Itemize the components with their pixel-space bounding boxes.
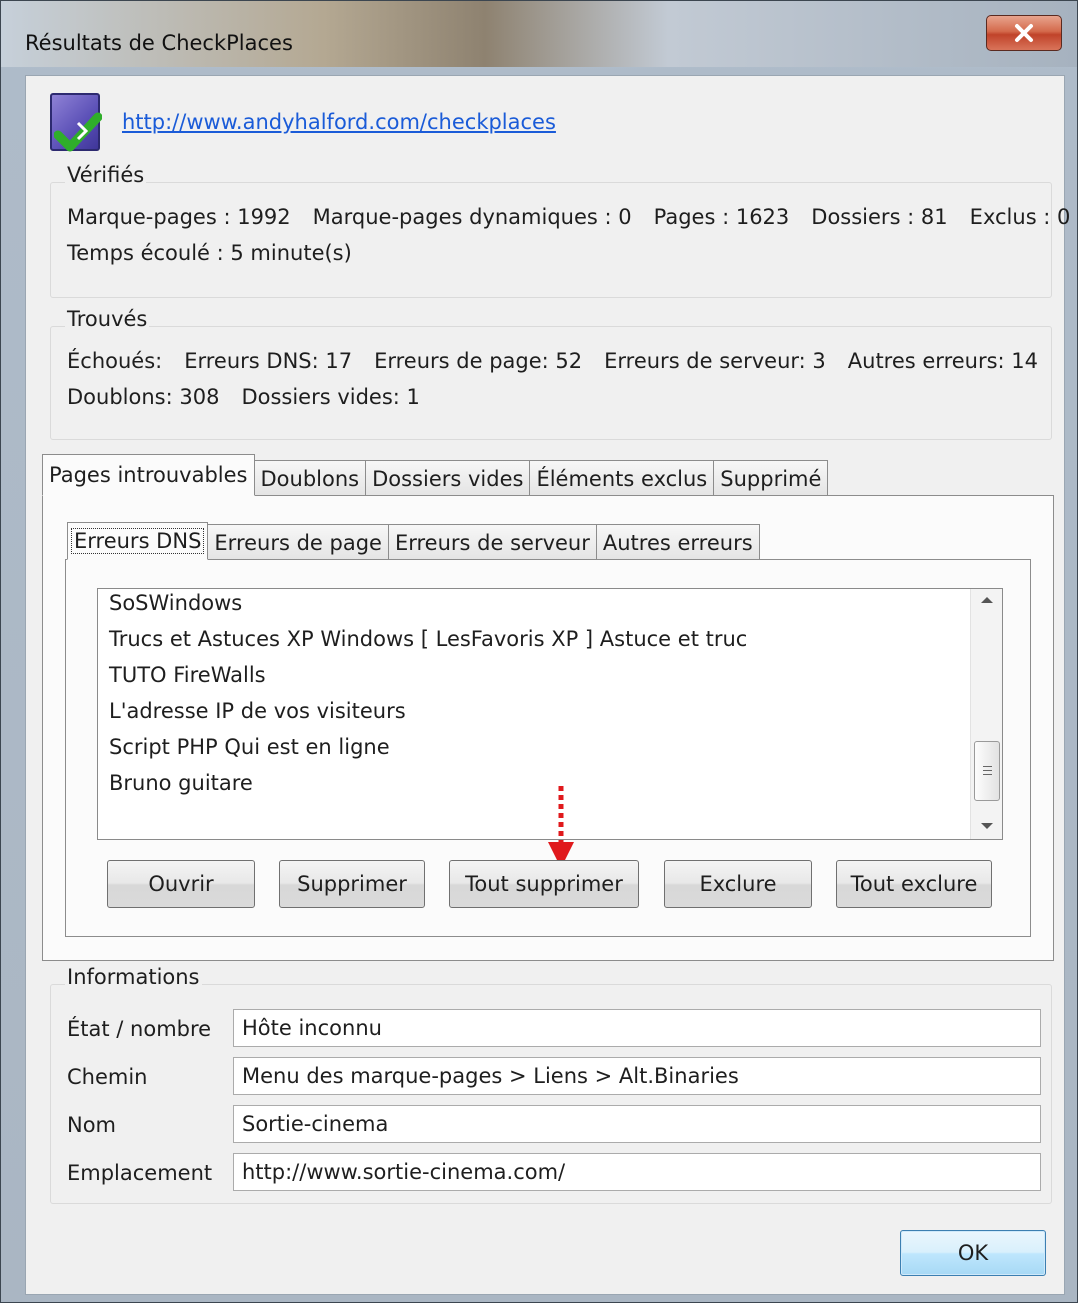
information-group: Informations État / nombre Hôte inconnu … xyxy=(50,965,1052,1204)
red-dotted-arrow-icon xyxy=(548,786,574,868)
name-field[interactable]: Sortie-cinema xyxy=(233,1105,1041,1143)
window-title: Résultats de CheckPlaces xyxy=(25,31,293,55)
state-label: État / nombre xyxy=(67,1017,212,1041)
found-misc: Doublons: 308 Dossiers vides: 1 xyxy=(67,385,442,409)
outer-tab-strip: Pages introuvables Doublons Dossiers vid… xyxy=(42,454,829,496)
delete-all-button[interactable]: Tout supprimer xyxy=(449,860,639,908)
delete-button[interactable]: Supprimer xyxy=(279,860,425,908)
name-label: Nom xyxy=(67,1113,117,1137)
verified-legend: Vérifiés xyxy=(65,163,147,187)
checkplaces-check-icon xyxy=(50,93,102,152)
other-errors-count: Autres erreurs: 14 xyxy=(847,349,1039,373)
tab-erreurs-dns-label: Erreurs DNS xyxy=(71,528,205,554)
list-item[interactable]: Script PHP Qui est en ligne xyxy=(109,735,390,759)
page-errors-count: Erreurs de page: 52 xyxy=(374,349,583,373)
header-row: http://www.andyhalford.com/checkplaces xyxy=(50,92,556,152)
exclude-all-button[interactable]: Tout exclure xyxy=(836,860,992,908)
dialog-window: Résultats de CheckPlaces http://www.andy… xyxy=(0,0,1078,1303)
duplicates-count: Doublons: 308 xyxy=(67,385,220,409)
inner-tab-strip: Erreurs DNS Erreurs de page Erreurs de s… xyxy=(67,518,760,560)
ok-button[interactable]: OK xyxy=(900,1230,1046,1276)
tab-doublons[interactable]: Doublons xyxy=(253,460,367,496)
information-legend: Informations xyxy=(65,965,202,989)
tab-erreurs-de-serveur[interactable]: Erreurs de serveur xyxy=(387,524,597,560)
dns-errors-count: Erreurs DNS: 17 xyxy=(184,349,353,373)
open-button[interactable]: Ouvrir xyxy=(107,860,255,908)
verified-group: Vérifiés Marque-pages : 1992 Marque-pages… xyxy=(50,163,1070,298)
dynamic-bookmarks-count: Marque-pages dynamiques : 0 xyxy=(312,205,632,229)
path-label: Chemin xyxy=(67,1065,148,1089)
list-item[interactable]: SoSWindows xyxy=(109,591,242,615)
list-item[interactable]: TUTO FireWalls xyxy=(109,663,266,687)
close-button[interactable] xyxy=(986,15,1062,51)
scroll-thumb[interactable] xyxy=(974,741,1000,801)
tab-erreurs-de-page[interactable]: Erreurs de page xyxy=(207,524,389,560)
verified-counts: Marque-pages : 1992 Marque-pages dynamiqu… xyxy=(67,205,1078,229)
tab-elements-exclus[interactable]: Éléments exclus xyxy=(529,460,715,496)
state-field[interactable]: Hôte inconnu xyxy=(233,1009,1041,1047)
dialog-client-area: http://www.andyhalford.com/checkplaces V… xyxy=(25,75,1070,1295)
list-item[interactable]: Bruno guitare xyxy=(109,771,253,795)
tab-dossiers-vides[interactable]: Dossiers vides xyxy=(365,460,531,496)
bookmarks-count: Marque-pages : 1992 xyxy=(67,205,291,229)
close-icon xyxy=(1015,24,1033,42)
location-field[interactable]: http://www.sortie-cinema.com/ xyxy=(233,1153,1041,1191)
outer-tab-panel: Erreurs DNS Erreurs de page Erreurs de s… xyxy=(42,495,1054,961)
found-errors: Échoués: Erreurs DNS: 17 Erreurs de page: … xyxy=(67,349,1060,373)
elapsed-time: Temps écoulé : 5 minute(s) xyxy=(67,241,352,265)
list-item[interactable]: L'adresse IP de vos visiteurs xyxy=(109,699,406,723)
list-scrollbar[interactable] xyxy=(970,589,1002,839)
folders-count: Dossiers : 81 xyxy=(811,205,948,229)
homepage-link[interactable]: http://www.andyhalford.com/checkplaces xyxy=(122,110,556,134)
scroll-up-arrow-icon[interactable] xyxy=(981,597,993,603)
location-label: Emplacement xyxy=(67,1161,213,1185)
title-bar[interactable]: Résultats de CheckPlaces xyxy=(1,1,1077,67)
empty-folders-count: Dossiers vides: 1 xyxy=(241,385,420,409)
tab-pages-introuvables[interactable]: Pages introuvables xyxy=(42,454,255,496)
tab-erreurs-dns[interactable]: Erreurs DNS xyxy=(67,522,209,560)
tab-autres-erreurs[interactable]: Autres erreurs xyxy=(595,524,760,560)
pages-count: Pages : 1623 xyxy=(653,205,790,229)
path-field[interactable]: Menu des marque-pages > Liens > Alt.Bina… xyxy=(233,1057,1041,1095)
excluded-count: Exclus : 0 xyxy=(969,205,1071,229)
exclude-button[interactable]: Exclure xyxy=(664,860,812,908)
inner-tab-panel: SoSWindows Trucs et Astuces XP Windows [… xyxy=(65,559,1031,937)
found-legend: Trouvés xyxy=(65,307,150,331)
tab-supprime[interactable]: Supprimé xyxy=(713,460,829,496)
list-item[interactable]: Trucs et Astuces XP Windows [ LesFavoris… xyxy=(109,627,747,651)
failed-label: Échoués: xyxy=(67,349,163,373)
found-group: Trouvés Échoués: Erreurs DNS: 17 Erreurs d… xyxy=(50,307,1052,440)
server-errors-count: Erreurs de serveur: 3 xyxy=(604,349,826,373)
scroll-down-arrow-icon[interactable] xyxy=(981,823,993,829)
